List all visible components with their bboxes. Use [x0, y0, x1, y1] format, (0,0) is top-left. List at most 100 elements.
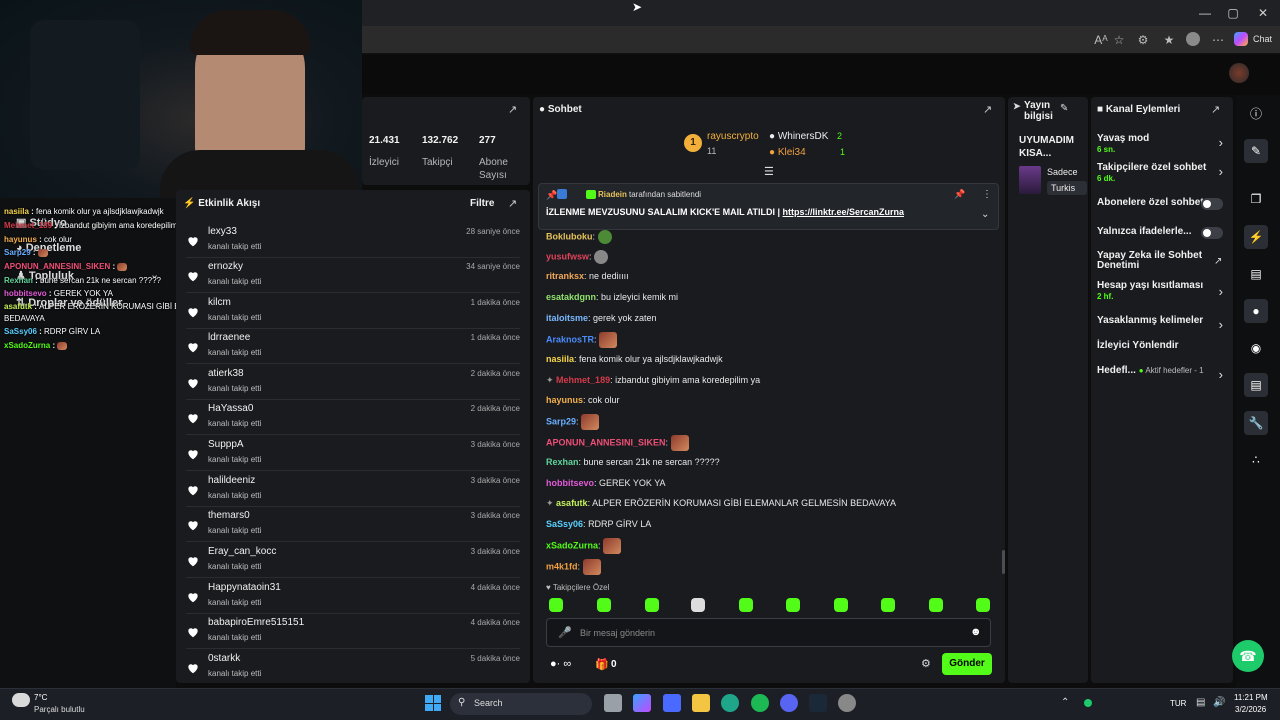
clock-time[interactable]: 11:21 PM — [1234, 693, 1268, 702]
popout-icon[interactable]: ↗ — [1211, 103, 1220, 116]
emoji-icon[interactable]: ☻ — [970, 626, 982, 638]
popout-icon[interactable]: ↗ — [508, 103, 517, 116]
windows-start-icon[interactable] — [425, 695, 441, 711]
clip-icon[interactable]: ❐ — [1244, 187, 1268, 211]
close-window-button[interactable]: ✕ — [1246, 4, 1280, 22]
quick-emote[interactable] — [739, 598, 753, 612]
more-menu-icon[interactable]: ⋯ — [1210, 32, 1226, 48]
spotify-icon[interactable] — [751, 694, 769, 712]
action-subscribers-only[interactable]: Abonelere özel sohbet — [1097, 197, 1227, 210]
points-icon[interactable]: ●· ∞ — [550, 658, 571, 670]
steam-icon[interactable] — [809, 694, 827, 712]
extensions-icon[interactable]: ⚙ — [1135, 32, 1151, 48]
chat-username[interactable]: yusufwsw — [546, 251, 589, 261]
chevron-up-icon[interactable]: ⌃ — [1061, 697, 1069, 708]
quick-emote[interactable] — [976, 598, 990, 612]
language-indicator[interactable]: TUR — [1170, 699, 1186, 708]
more-options-icon[interactable]: ⋮ — [982, 189, 992, 200]
network-icon[interactable]: ▤ — [1196, 697, 1205, 708]
support-chat-icon[interactable]: ☎ — [1232, 640, 1264, 672]
action-goals[interactable]: Hedefl... ● Aktif hedefler - 1 › — [1097, 365, 1227, 382]
chevron-down-icon[interactable]: ⌄ — [981, 209, 989, 220]
edit-stream-icon[interactable]: ✎ — [1244, 139, 1268, 163]
chat-username[interactable]: AraknosTR — [546, 334, 594, 344]
weather-temp[interactable]: 7°C — [34, 693, 47, 702]
action-account-age[interactable]: Hesap yaşı kısıtlaması 2 hf. › — [1097, 280, 1227, 301]
chat-username[interactable]: m4k1fd — [546, 561, 578, 571]
volume-icon[interactable]: 🔊 — [1213, 697, 1225, 708]
document-icon[interactable]: ▤ — [1244, 262, 1268, 286]
file-explorer-icon[interactable] — [692, 694, 710, 712]
edit-icon[interactable]: ✎ — [1060, 103, 1068, 114]
settings-gear-icon[interactable]: ⚙ — [921, 657, 931, 670]
quick-emote[interactable] — [691, 598, 705, 612]
chat-username[interactable]: Mehmet_189 — [556, 375, 610, 385]
leaderboard-user[interactable]: ● Klei34 — [769, 147, 806, 158]
pinned-link[interactable]: https://linktr.ee/SercanZurna — [783, 207, 905, 217]
broadcast-icon[interactable]: ◉ — [1244, 336, 1268, 360]
chat-input[interactable]: Bir mesaj gönderin — [580, 628, 655, 638]
chat-username[interactable]: esatakdgnn — [546, 292, 596, 302]
category-name[interactable]: Sadece — [1047, 167, 1087, 177]
gift-icon[interactable]: 🎁 — [595, 658, 609, 671]
microphone-icon[interactable]: 🎤 — [558, 626, 572, 639]
read-aloud-icon[interactable]: Aᴬ — [1093, 32, 1109, 48]
action-slow-mode[interactable]: Yavaş mod 6 sn. › — [1097, 133, 1227, 154]
chat-username[interactable]: xSadoZurna — [546, 540, 598, 550]
action-banned-words[interactable]: Yasaklanmış kelimeler › — [1097, 315, 1227, 332]
action-raid[interactable]: İzleyici Yönlendir — [1097, 340, 1227, 351]
action-followers-only[interactable]: Takipçilere özel sohbet 6 dk. › — [1097, 162, 1227, 183]
quick-emote[interactable] — [549, 598, 563, 612]
info-icon[interactable]: ⓘ — [1244, 102, 1268, 126]
chat-username[interactable]: SaSsy06 — [546, 519, 583, 529]
quick-emote[interactable] — [881, 598, 895, 612]
copilot-label[interactable]: Chat — [1253, 34, 1272, 44]
quick-emote[interactable] — [597, 598, 611, 612]
chat-username[interactable]: APONUN_ANNESINI_SIKEN — [546, 437, 666, 447]
edge-browser-icon[interactable] — [721, 694, 739, 712]
category-thumbnail[interactable] — [1019, 166, 1041, 194]
emotes-only-toggle[interactable] — [1201, 227, 1223, 239]
external-link-icon[interactable]: ↗ — [1214, 256, 1222, 267]
favorites-icon[interactable]: ★ — [1161, 32, 1177, 48]
weather-desc[interactable]: Parçalı bulutlu — [34, 705, 85, 714]
maximize-button[interactable]: ▢ — [1216, 4, 1250, 22]
chat-username[interactable]: ritranksx — [546, 271, 584, 281]
chat-username[interactable]: hayunus — [546, 395, 583, 405]
popout-icon[interactable]: ↗ — [983, 103, 992, 116]
chat-username[interactable]: asafutk — [556, 498, 588, 508]
filter-button[interactable]: Filtre — [470, 198, 494, 209]
chat-scrollbar[interactable] — [1002, 550, 1005, 574]
chat-username[interactable]: nasiila — [546, 354, 574, 364]
popout-icon[interactable]: ↗ — [508, 197, 517, 210]
quick-emote[interactable] — [929, 598, 943, 612]
chat-username[interactable]: hobbitsevo — [546, 478, 594, 488]
favorite-star-icon[interactable]: ☆ — [1111, 32, 1127, 48]
chat-username[interactable]: Rexhan — [546, 457, 579, 467]
chat-username[interactable]: Bokluboku — [546, 231, 593, 241]
quick-emote[interactable] — [834, 598, 848, 612]
connections-icon[interactable]: ∴ — [1244, 448, 1268, 472]
obs-icon[interactable] — [838, 694, 856, 712]
profile-avatar[interactable] — [1186, 32, 1200, 46]
user-avatar[interactable] — [1229, 63, 1249, 83]
chat-bubble-icon[interactable]: ● — [1244, 299, 1268, 323]
clock-date[interactable]: 3/2/2026 — [1235, 705, 1266, 714]
weather-cloud-icon[interactable] — [12, 693, 30, 707]
taskbar-search-box[interactable] — [450, 693, 592, 715]
send-button[interactable]: Gönder — [942, 653, 992, 675]
subscribers-only-toggle[interactable] — [1201, 198, 1223, 210]
layout-icon[interactable]: ▤ — [1244, 373, 1268, 397]
action-ai-moderation[interactable]: Yapay Zeka ile Sohbet Denetimi — [1097, 251, 1207, 271]
chat-username[interactable]: Sarp29 — [546, 416, 576, 426]
lightning-icon[interactable]: ⚡ — [1244, 225, 1268, 249]
action-emotes-only[interactable]: Yalnızca ifadelerle... — [1097, 226, 1227, 239]
copilot-taskbar-icon[interactable] — [633, 694, 651, 712]
quick-emote[interactable] — [786, 598, 800, 612]
chat-username[interactable]: italoitsme — [546, 313, 588, 323]
wrench-icon[interactable]: 🔧 — [1244, 411, 1268, 435]
tray-status-icon[interactable] — [1084, 699, 1092, 707]
leaderboard-user[interactable]: ● WhinersDK — [769, 131, 828, 142]
store-icon[interactable] — [663, 694, 681, 712]
task-view-icon[interactable] — [604, 694, 622, 712]
